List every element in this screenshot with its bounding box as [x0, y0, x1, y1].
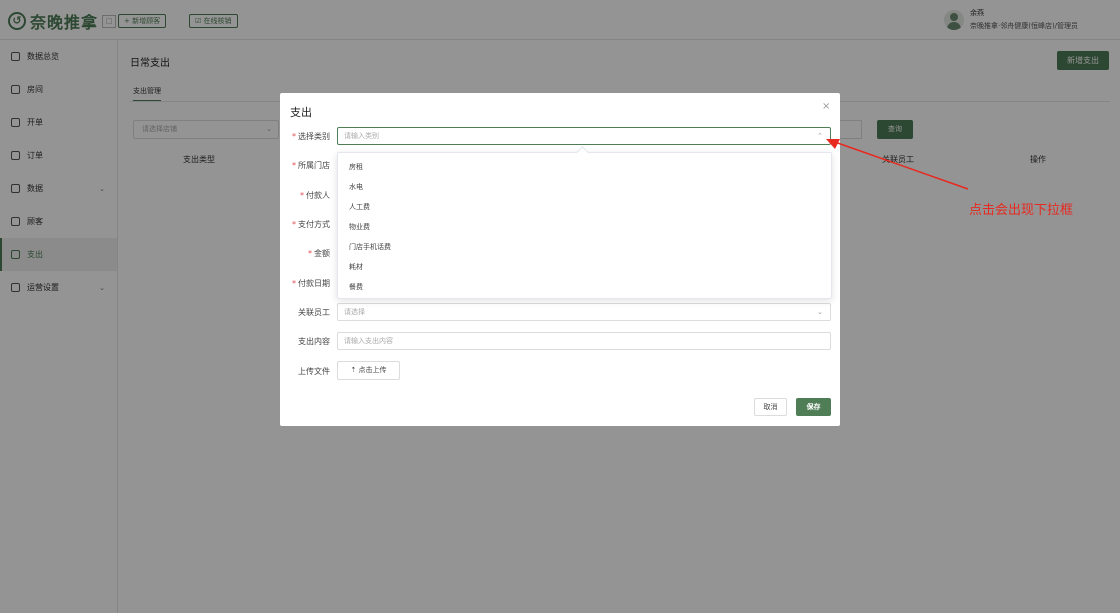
required-mark: * — [292, 279, 296, 288]
chevron-up-icon: ⌃ — [817, 132, 823, 140]
dropdown-option[interactable]: 物业费 — [338, 217, 831, 237]
employee-placeholder: 请选择 — [344, 308, 365, 316]
close-icon[interactable]: × — [822, 101, 830, 112]
pay-date-label: * 付款日期 — [292, 279, 330, 288]
employee-label: 关联员工 — [298, 308, 330, 317]
required-mark: * — [308, 249, 312, 258]
dropdown-option[interactable]: 人工费 — [338, 197, 831, 217]
dropdown-option[interactable]: 房租 — [338, 157, 831, 177]
dropdown-option[interactable]: 耗材 — [338, 257, 831, 277]
category-input[interactable]: 请输入类别 ⌃ — [337, 127, 831, 145]
content-input[interactable]: 请输入支出内容 — [337, 332, 831, 350]
dropdown-option[interactable]: 门店手机话费 — [338, 237, 831, 257]
required-mark: * — [292, 220, 296, 229]
cancel-button[interactable]: 取消 — [754, 398, 787, 416]
category-dropdown: 房租 水电 人工费 物业费 门店手机话费 耗材 餐费 — [337, 152, 832, 299]
required-mark: * — [300, 191, 304, 200]
pay-method-label: * 支付方式 — [292, 220, 330, 229]
store-label: * 所属门店 — [292, 161, 330, 170]
save-button[interactable]: 保存 — [796, 398, 831, 416]
dropdown-option[interactable]: 水电 — [338, 177, 831, 197]
upload-button[interactable]: ⇡ 点击上传 — [337, 361, 400, 380]
upload-label: 上传文件 — [298, 367, 330, 376]
content-label: 支出内容 — [298, 337, 330, 346]
category-label: * 选择类别 — [292, 132, 330, 141]
employee-select[interactable]: 请选择 ⌄ — [337, 303, 831, 321]
content-placeholder: 请输入支出内容 — [344, 337, 393, 345]
payer-label: * 付款人 — [300, 191, 330, 200]
amount-label: * 金额 — [308, 249, 330, 258]
dropdown-option[interactable]: 餐费 — [338, 277, 831, 297]
required-mark: * — [292, 161, 296, 170]
modal-title: 支出 — [290, 106, 312, 119]
required-mark: * — [292, 132, 296, 141]
chevron-down-icon: ⌄ — [817, 308, 823, 316]
annotation-text: 点击会出现下拉框 — [969, 203, 1074, 218]
category-placeholder: 请输入类别 — [344, 132, 379, 140]
